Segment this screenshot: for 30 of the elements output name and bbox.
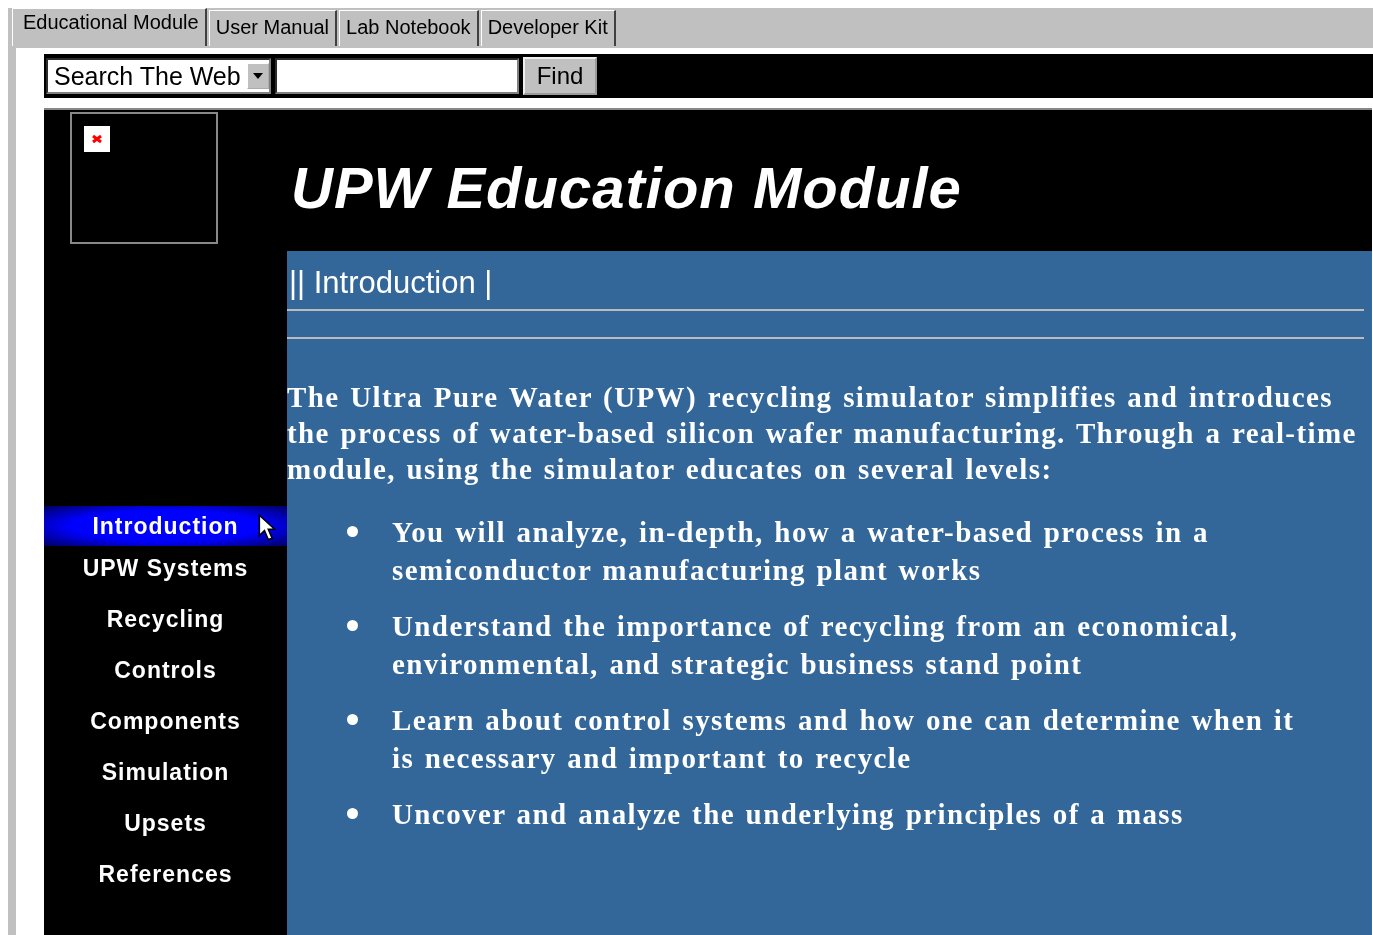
sidebar-link[interactable]: Simulation — [44, 750, 287, 794]
bullet-icon — [347, 714, 358, 725]
sidebar-link[interactable]: Components — [44, 699, 287, 743]
bullet-icon — [347, 620, 358, 631]
search-scope-value: Search The Web — [54, 61, 241, 91]
tab[interactable]: Lab Notebook — [339, 10, 479, 46]
bullet-text: Learn about control systems and how one can determine when it is necessary and important to recycle — [392, 703, 1296, 776]
tab[interactable]: User Manual — [208, 10, 338, 46]
page-title: UPW Education Module — [291, 154, 962, 221]
find-button[interactable]: Find — [522, 57, 598, 95]
intro-paragraph: The Ultra Pure Water (UPW) recycling simulator simplifies and introduces the process of water-based silicon wafer manufacturing. Through a real-time module, using the simulator educates on several levels: — [287, 380, 1358, 487]
tab[interactable]: Educational Module — [12, 8, 207, 46]
sidebar-link[interactable]: Recycling — [44, 597, 287, 641]
mouse-cursor-icon — [258, 514, 276, 542]
broken-image-icon — [83, 126, 110, 152]
bullet-text: You will analyze, in-depth, how a water-based process in a semiconductor manufacturing plant works — [392, 515, 1210, 588]
bullet-text: Uncover and analyze the underlying principles of a mass — [392, 797, 1184, 832]
bullet-text: Understand the importance of recycling from an economical, environmental, and strategic business stand point — [392, 609, 1240, 682]
sidebar-link[interactable]: Introduction — [44, 506, 287, 546]
dropdown-arrow-icon — [246, 63, 269, 89]
search-scope-dropdown[interactable]: Search The Web — [46, 58, 271, 94]
bullet-icon — [347, 526, 358, 537]
sidebar-link[interactable]: Controls — [44, 648, 287, 692]
sidebar-link[interactable]: Upsets — [44, 801, 287, 845]
section-heading: || Introduction | — [288, 264, 494, 302]
search-field[interactable] — [274, 58, 519, 94]
bullet-icon — [347, 808, 358, 819]
tab[interactable]: Developer Kit — [480, 10, 616, 46]
sidebar-link[interactable]: References — [44, 852, 287, 896]
sidebar-link[interactable]: UPW Systems — [44, 546, 287, 590]
